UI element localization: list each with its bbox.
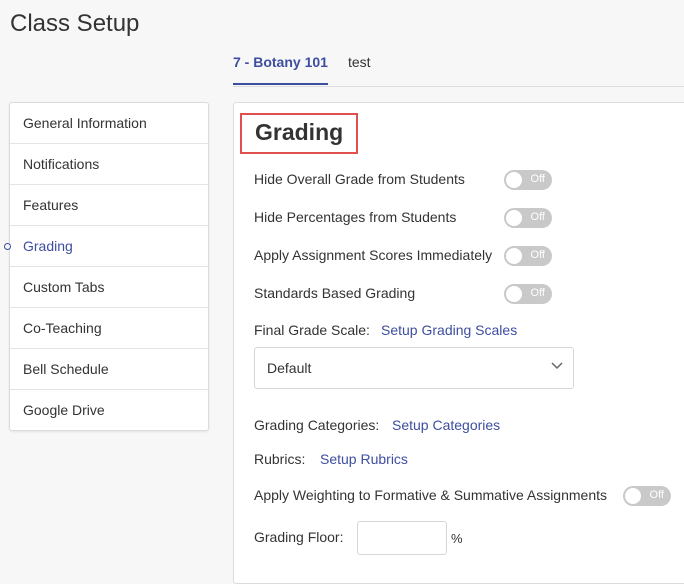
- sidebar-item-general-information[interactable]: General Information: [10, 103, 208, 144]
- setup-rubrics-link[interactable]: Setup Rubrics: [320, 451, 408, 467]
- section-title: Grading: [240, 113, 359, 154]
- toggle-state: Off: [649, 489, 664, 501]
- apply-scores-label: Apply Assignment Scores Immediately: [254, 247, 493, 263]
- setup-sidebar: General Information Notifications Featur…: [9, 102, 209, 431]
- page-title: Class Setup: [10, 10, 140, 37]
- percent-unit-label: %: [451, 531, 463, 546]
- grade-scale-select[interactable]: Default: [254, 347, 574, 389]
- toggle-state: Off: [530, 287, 545, 299]
- toggle-knob: [506, 286, 522, 302]
- chevron-down-icon: [551, 362, 563, 370]
- hide-overall-grade-label: Hide Overall Grade from Students: [254, 171, 465, 187]
- toggle-state: Off: [530, 211, 545, 223]
- tabs-divider: [233, 86, 684, 87]
- setup-categories-link[interactable]: Setup Categories: [392, 417, 500, 433]
- hide-percentages-label: Hide Percentages from Students: [254, 209, 457, 225]
- grading-floor-input[interactable]: [357, 521, 447, 555]
- setup-grading-scales-link[interactable]: Setup Grading Scales: [381, 322, 517, 338]
- sidebar-item-notifications[interactable]: Notifications: [10, 144, 208, 185]
- class-tabs: 7 - Botany 101 test: [233, 0, 684, 87]
- grading-floor-label: Grading Floor:: [254, 529, 344, 545]
- apply-weighting-label: Apply Weighting to Formative & Summative…: [254, 487, 608, 503]
- grading-categories-label: Grading Categories:: [254, 417, 380, 433]
- sidebar-item-features[interactable]: Features: [10, 185, 208, 226]
- sidebar-item-bell-schedule[interactable]: Bell Schedule: [10, 349, 208, 390]
- toggle-knob: [506, 210, 522, 226]
- sidebar-item-co-teaching[interactable]: Co-Teaching: [10, 308, 208, 349]
- hide-overall-grade-toggle[interactable]: Off: [504, 170, 552, 190]
- toggle-knob: [506, 172, 522, 188]
- rubrics-label: Rubrics:: [254, 451, 306, 467]
- grade-scale-value: Default: [267, 360, 312, 376]
- apply-scores-toggle[interactable]: Off: [504, 246, 552, 266]
- sidebar-item-grading[interactable]: Grading: [10, 226, 208, 267]
- toggle-state: Off: [530, 249, 545, 261]
- tab-test[interactable]: test: [348, 54, 371, 83]
- sidebar-item-google-drive[interactable]: Google Drive: [10, 390, 208, 430]
- toggle-state: Off: [530, 173, 545, 185]
- active-indicator-dot-icon: [4, 243, 11, 250]
- standards-based-label: Standards Based Grading: [254, 285, 416, 301]
- toggle-knob: [625, 488, 641, 504]
- toggle-knob: [506, 248, 522, 264]
- hide-percentages-toggle[interactable]: Off: [504, 208, 552, 228]
- final-grade-scale-label: Final Grade Scale:: [254, 322, 370, 338]
- tab-botany-101[interactable]: 7 - Botany 101: [233, 54, 328, 85]
- apply-weighting-toggle[interactable]: Off: [623, 486, 671, 506]
- standards-based-toggle[interactable]: Off: [504, 284, 552, 304]
- sidebar-item-custom-tabs[interactable]: Custom Tabs: [10, 267, 208, 308]
